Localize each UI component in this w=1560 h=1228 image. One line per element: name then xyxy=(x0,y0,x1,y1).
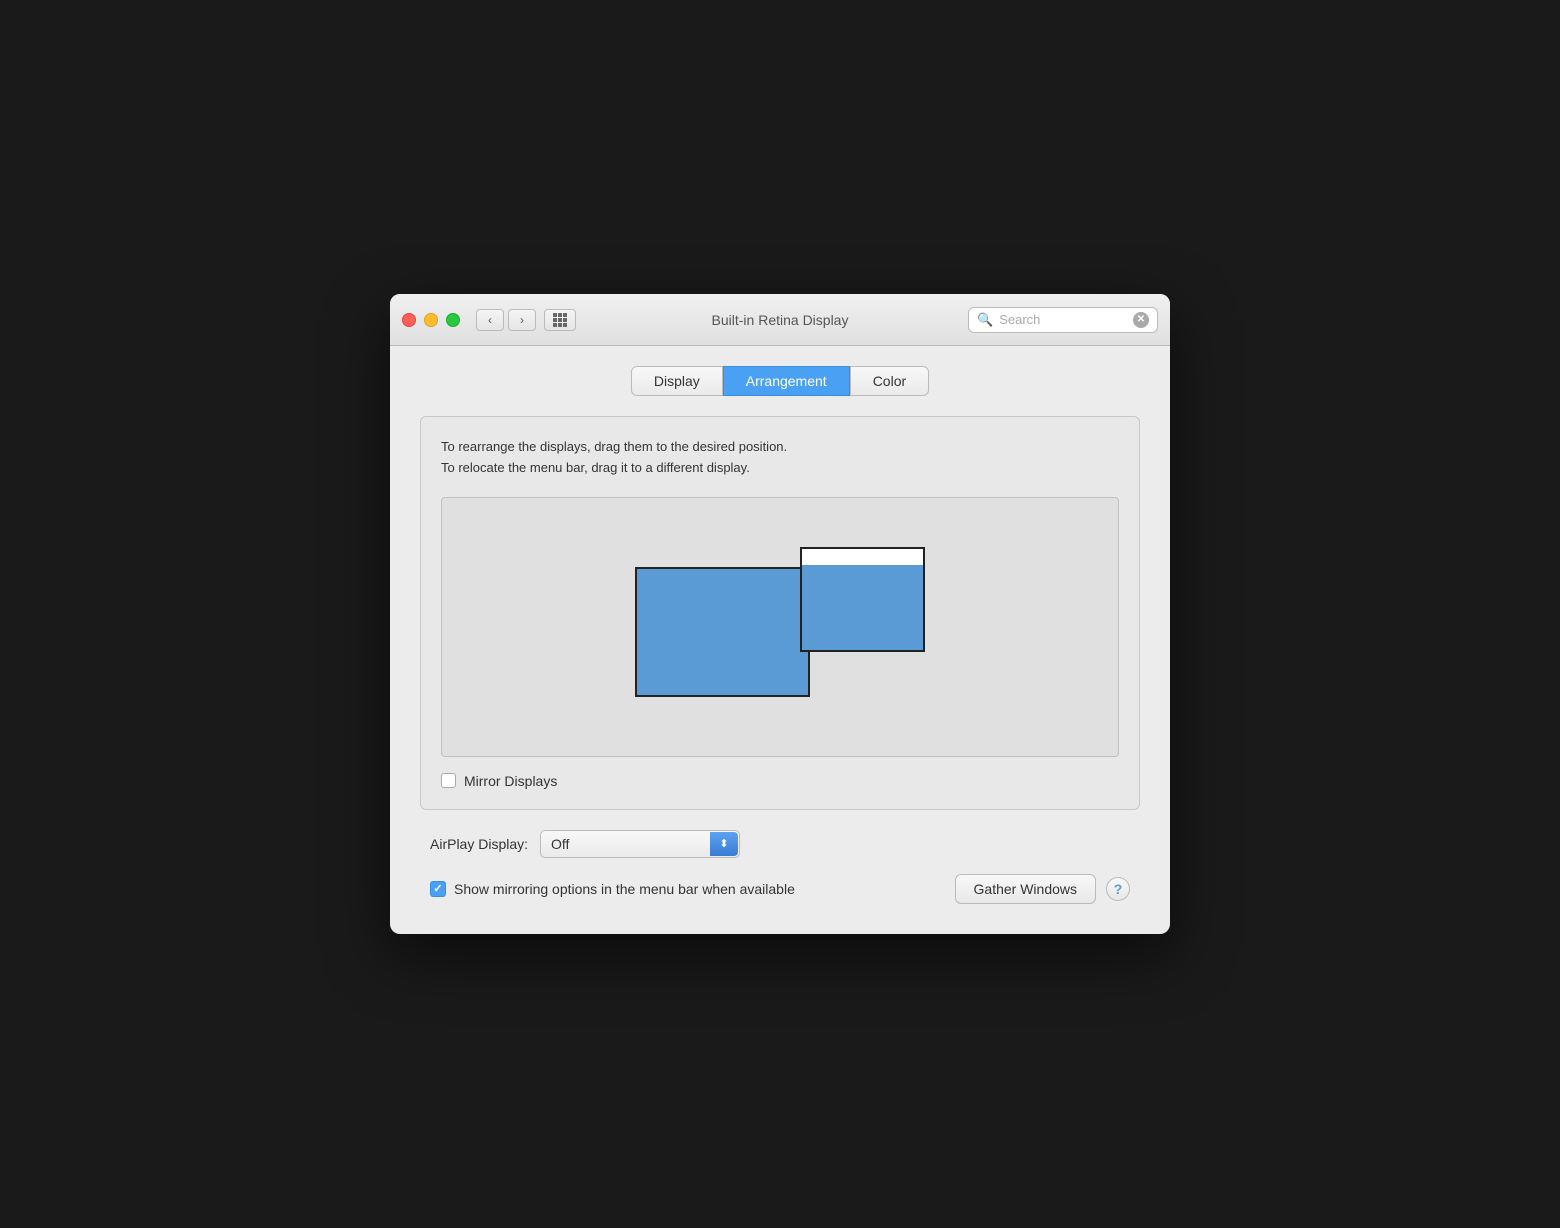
close-button[interactable] xyxy=(402,313,416,327)
arrangement-area[interactable] xyxy=(441,497,1119,757)
right-buttons: Gather Windows ? xyxy=(955,874,1130,904)
arrangement-panel: To rearrange the displays, drag them to … xyxy=(420,416,1140,810)
mirror-displays-checkbox[interactable] xyxy=(441,773,456,788)
forward-button[interactable]: › xyxy=(508,309,536,331)
maximize-button[interactable] xyxy=(446,313,460,327)
gather-windows-button[interactable]: Gather Windows xyxy=(955,874,1096,904)
mirror-displays-label: Mirror Displays xyxy=(464,773,557,789)
help-button[interactable]: ? xyxy=(1106,877,1130,901)
tab-display[interactable]: Display xyxy=(631,366,723,396)
secondary-display-inner xyxy=(802,565,923,650)
airplay-select-wrapper: Off On ⬍ xyxy=(540,830,740,858)
grid-icon xyxy=(553,313,567,327)
primary-display[interactable] xyxy=(635,567,810,697)
search-input[interactable] xyxy=(999,312,1127,327)
airplay-label: AirPlay Display: xyxy=(430,836,528,852)
forward-icon: › xyxy=(520,313,524,327)
show-mirroring-checkbox[interactable]: ✓ xyxy=(430,881,446,897)
secondary-display[interactable] xyxy=(800,547,925,652)
title-bar: ‹ › Built-in Retina Display 🔍 ✕ xyxy=(390,294,1170,346)
content-area: Display Arrangement Color To rearrange t… xyxy=(390,346,1170,934)
show-mirroring-row: ✓ Show mirroring options in the menu bar… xyxy=(430,881,795,897)
show-mirroring-label: Show mirroring options in the menu bar w… xyxy=(454,881,795,897)
tab-bar: Display Arrangement Color xyxy=(420,366,1140,396)
options-row: ✓ Show mirroring options in the menu bar… xyxy=(430,874,1130,904)
traffic-lights xyxy=(402,313,460,327)
mirror-displays-row: Mirror Displays xyxy=(441,773,1119,789)
tab-color[interactable]: Color xyxy=(850,366,929,396)
search-clear-button[interactable]: ✕ xyxy=(1133,312,1149,328)
airplay-select[interactable]: Off On xyxy=(540,830,740,858)
instruction-text: To rearrange the displays, drag them to … xyxy=(441,437,1119,479)
system-preferences-window: ‹ › Built-in Retina Display 🔍 ✕ Displa xyxy=(390,294,1170,934)
nav-buttons: ‹ › xyxy=(476,309,576,331)
airplay-row: AirPlay Display: Off On ⬍ xyxy=(430,830,1130,858)
tab-arrangement[interactable]: Arrangement xyxy=(723,366,850,396)
back-icon: ‹ xyxy=(488,313,492,327)
display-container xyxy=(635,547,925,707)
minimize-button[interactable] xyxy=(424,313,438,327)
back-button[interactable]: ‹ xyxy=(476,309,504,331)
grid-button[interactable] xyxy=(544,309,576,331)
bottom-controls: AirPlay Display: Off On ⬍ ✓ Show mirrori… xyxy=(420,830,1140,904)
instruction-line2: To relocate the menu bar, drag it to a d… xyxy=(441,458,1119,479)
instruction-line1: To rearrange the displays, drag them to … xyxy=(441,437,1119,458)
search-box: 🔍 ✕ xyxy=(968,307,1158,333)
window-title: Built-in Retina Display xyxy=(712,312,849,328)
search-icon: 🔍 xyxy=(977,312,993,328)
